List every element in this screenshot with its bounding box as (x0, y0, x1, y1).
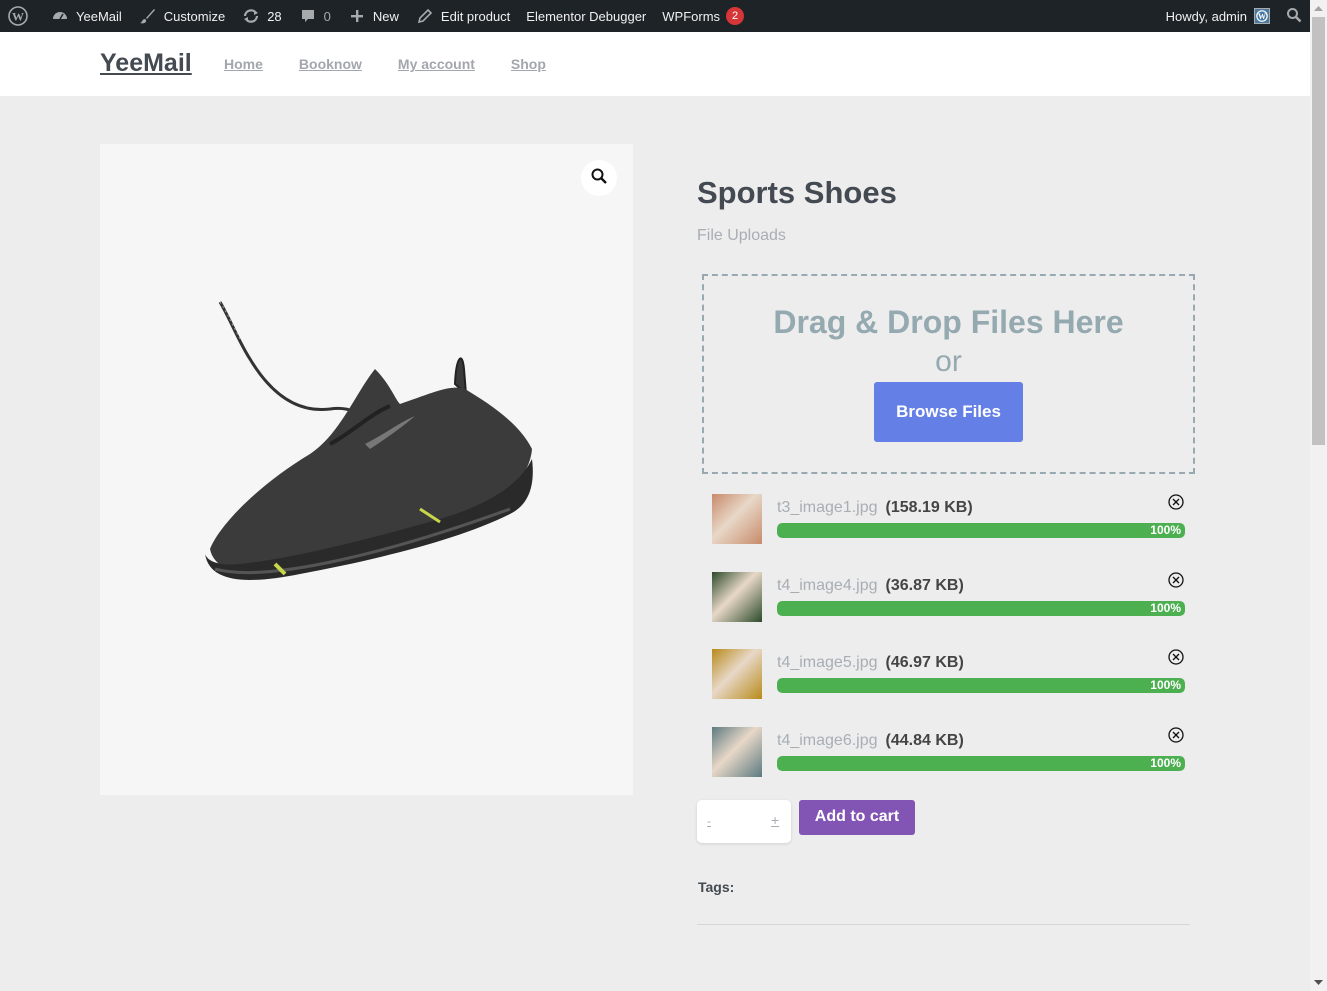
updates-icon (241, 6, 261, 26)
updates-count: 28 (267, 8, 282, 24)
site-header: YeeMail Home Booknow My account Shop (0, 32, 1310, 96)
file-item: t4_image6.jpg (44.84 KB) 100% (712, 726, 1190, 805)
dropzone-or: or (935, 345, 962, 378)
elementor-debugger-label: Elementor Debugger (526, 8, 647, 24)
admin-bar: W YeeMail Customize 28 0 New Edit produc… (0, 0, 1310, 32)
file-item: t3_image1.jpg (158.19 KB) 100% (712, 494, 1190, 572)
edit-product-label: Edit product (440, 8, 511, 24)
file-name: t4_image6.jpg (777, 731, 878, 749)
comments-link[interactable]: 0 (290, 0, 339, 32)
upload-progress-bar: 100% (777, 755, 1185, 771)
sports-shoe-image (100, 144, 633, 795)
divider (697, 924, 1190, 925)
site-name: YeeMail (76, 8, 122, 24)
svg-text:W: W (12, 10, 24, 24)
nav-home[interactable]: Home (224, 56, 263, 72)
quantity-increase-button[interactable]: + (771, 812, 779, 828)
customize-label: Customize (163, 8, 226, 24)
site-name-menu[interactable]: YeeMail (42, 0, 130, 32)
quantity-decrease-button[interactable]: - (707, 814, 711, 828)
tags-label: Tags: (698, 879, 735, 895)
file-size: (44.84 KB) (885, 731, 964, 749)
upload-progress-bar: 100% (777, 600, 1185, 616)
add-to-cart-button[interactable]: Add to cart (799, 800, 915, 835)
wordpress-menu[interactable]: W (0, 0, 42, 32)
browse-files-button[interactable]: Browse Files (874, 382, 1023, 442)
product-gallery-image[interactable] (100, 144, 633, 795)
wordpress-icon: W (8, 6, 28, 26)
howdy-label: Howdy, admin (1165, 8, 1247, 24)
quantity-stepper: - + (697, 800, 791, 843)
file-size: (36.87 KB) (885, 576, 964, 594)
plus-icon (347, 6, 367, 26)
quantity-input[interactable] (719, 808, 767, 834)
site-title-link[interactable]: YeeMail (100, 49, 192, 78)
upload-progress-bar: 100% (777, 678, 1185, 693)
page-scrollbar[interactable] (1310, 0, 1327, 991)
search-icon (1286, 7, 1302, 26)
file-size: (158.19 KB) (885, 499, 973, 516)
nav-booknow[interactable]: Booknow (299, 56, 362, 72)
svg-text:W: W (1258, 12, 1266, 21)
product-title: Sports Shoes (697, 175, 897, 210)
dropzone-title: Drag & Drop Files Here (773, 304, 1124, 340)
new-label: New (372, 8, 399, 24)
progress-fill: 100% (777, 600, 1185, 616)
wpforms-notification-badge: 2 (726, 7, 745, 25)
comment-icon (298, 6, 318, 26)
updates-link[interactable]: 28 (233, 0, 289, 32)
file-thumbnail (712, 726, 762, 777)
new-content-menu[interactable]: New (339, 0, 407, 32)
file-size: (46.97 KB) (885, 654, 964, 671)
progress-fill: 100% (777, 678, 1185, 693)
file-thumbnail (712, 571, 762, 622)
remove-file-icon[interactable] (1168, 571, 1184, 588)
admin-search-button[interactable] (1278, 0, 1310, 32)
remove-file-icon[interactable] (1168, 649, 1184, 665)
progress-fill: 100% (777, 523, 1185, 538)
file-item: t4_image5.jpg (46.97 KB) 100% (712, 649, 1190, 727)
my-account-menu[interactable]: Howdy, admin W (1158, 0, 1278, 32)
wpforms-label: WPForms (662, 8, 721, 24)
remove-file-icon[interactable] (1168, 726, 1184, 743)
dashboard-icon (50, 6, 70, 26)
scroll-up-arrow[interactable] (1310, 0, 1327, 17)
elementor-debugger-link[interactable]: Elementor Debugger (518, 0, 654, 32)
main-navigation: Home Booknow My account Shop (224, 56, 546, 72)
nav-shop[interactable]: Shop (511, 56, 546, 72)
file-uploads-label: File Uploads (697, 227, 786, 244)
magnifier-icon (590, 167, 608, 190)
progress-fill: 100% (777, 755, 1185, 771)
image-zoom-button[interactable] (581, 160, 617, 196)
pencil-icon (415, 6, 435, 26)
scroll-down-arrow[interactable] (1310, 974, 1327, 991)
file-name: t3_image1.jpg (777, 499, 878, 516)
remove-file-icon[interactable] (1168, 494, 1184, 510)
comments-count: 0 (323, 8, 331, 24)
nav-my-account[interactable]: My account (398, 56, 475, 72)
file-name: t4_image4.jpg (777, 576, 878, 594)
file-name: t4_image5.jpg (777, 654, 878, 671)
avatar: W (1254, 8, 1270, 24)
file-dropzone[interactable]: Drag & Drop Files Here or Browse Files (702, 274, 1195, 474)
file-thumbnail (712, 649, 762, 699)
uploaded-files-list: t3_image1.jpg (158.19 KB) 100% t4_image4.… (712, 494, 1190, 804)
paintbrush-icon (138, 6, 158, 26)
wpforms-link[interactable]: WPForms 2 (654, 0, 752, 32)
file-thumbnail (712, 494, 762, 544)
customize-link[interactable]: Customize (130, 0, 233, 32)
edit-product-link[interactable]: Edit product (407, 0, 518, 32)
upload-progress-bar: 100% (777, 523, 1185, 538)
scroll-thumb[interactable] (1312, 17, 1325, 445)
file-item: t4_image4.jpg (36.87 KB) 100% (712, 571, 1190, 650)
